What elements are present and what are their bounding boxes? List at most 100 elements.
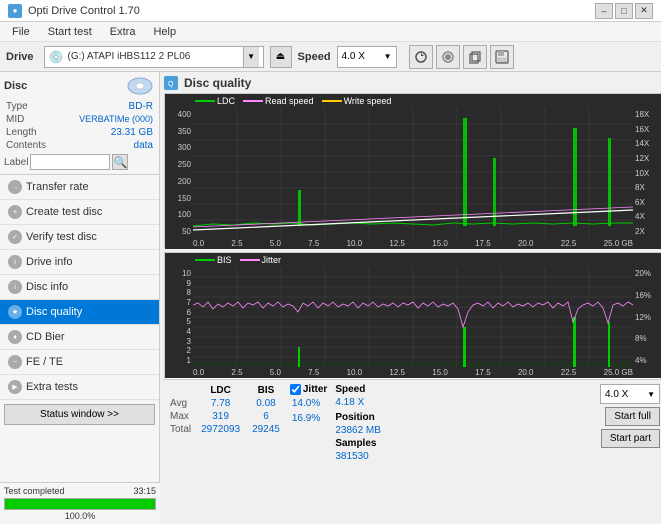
x-axis-labels-bottom: 0.02.55.07.510.012.515.017.520.022.525.0… bbox=[165, 367, 661, 378]
sidebar-item-extra-tests[interactable]: ▶ Extra tests bbox=[0, 375, 159, 400]
x-axis-labels: 0.02.55.07.510.012.515.017.520.022.525.0… bbox=[165, 238, 661, 249]
sidebar-item-transfer-rate[interactable]: → Transfer rate bbox=[0, 175, 159, 200]
speed-select-right[interactable]: 4.0 X ▼ bbox=[600, 384, 660, 404]
extra-tests-icon: ▶ bbox=[8, 380, 22, 394]
speed-value: 4.0 X bbox=[342, 51, 382, 62]
sidebar-item-create-test-disc[interactable]: + Create test disc bbox=[0, 200, 159, 225]
settings-button[interactable] bbox=[436, 45, 460, 69]
total-bis: 29245 bbox=[246, 423, 286, 436]
speed-selector[interactable]: 4.0 X ▼ bbox=[337, 46, 397, 68]
fe-te-icon: ~ bbox=[8, 355, 22, 369]
minimize-button[interactable]: – bbox=[595, 3, 613, 19]
samples-label: Samples bbox=[335, 438, 381, 449]
progress-area: Test completed 33:15 100.0% bbox=[0, 482, 160, 524]
sidebar-item-fe-te[interactable]: ~ FE / TE bbox=[0, 350, 159, 375]
status-window-button[interactable]: Status window >> bbox=[4, 404, 155, 425]
maximize-button[interactable]: □ bbox=[615, 3, 633, 19]
disc-quality-title: Disc quality bbox=[184, 76, 251, 90]
y-axis-right-bottom: 20% 16% 12% 8% 4% bbox=[633, 267, 661, 367]
bottom-chart: BIS Jitter 10 9 8 7 6 5 4 3 bbox=[164, 252, 661, 380]
disc-quality-header-icon: Q bbox=[164, 76, 178, 90]
legend-bis: BIS bbox=[195, 255, 232, 265]
drivebar: Drive 💿 (G:) ATAPI iHBS112 2 PL06 ▼ ⏏ Sp… bbox=[0, 42, 661, 72]
disc-label-input[interactable] bbox=[30, 154, 110, 170]
right-panel: Q Disc quality LDC Read speed Write spee… bbox=[160, 72, 661, 524]
drive-cd-icon: 💿 bbox=[49, 50, 64, 64]
disc-info-icon: i bbox=[8, 280, 22, 294]
drive-eject-button[interactable]: ⏏ bbox=[270, 46, 292, 68]
refresh-button[interactable] bbox=[409, 45, 433, 69]
max-label: Max bbox=[166, 410, 195, 423]
speed-select-value: 4.0 X bbox=[605, 389, 647, 400]
menu-file[interactable]: File bbox=[4, 24, 38, 40]
drive-info-icon: i bbox=[8, 255, 22, 269]
create-test-disc-icon: + bbox=[8, 205, 22, 219]
max-bis: 6 bbox=[246, 410, 286, 423]
svg-text:Q: Q bbox=[168, 81, 174, 88]
transfer-rate-icon: → bbox=[8, 180, 22, 194]
disc-section-label: Disc bbox=[4, 80, 27, 92]
disc-label-icon-button[interactable]: 🔍 bbox=[112, 154, 128, 170]
y-axis-left-bottom: 10 9 8 7 6 5 4 3 2 1 bbox=[165, 267, 193, 367]
max-jitter: 16.9% bbox=[290, 412, 327, 425]
jitter-section: Jitter 14.0% 16.9% bbox=[290, 384, 327, 425]
total-ldc: 2972093 bbox=[195, 423, 246, 436]
drive-selector[interactable]: 💿 (G:) ATAPI iHBS112 2 PL06 ▼ bbox=[44, 46, 264, 68]
disc-mid-row: MID VERBATIMe (000) bbox=[4, 113, 155, 126]
status-text: Test completed bbox=[4, 486, 65, 496]
position-val: 23862 MB bbox=[335, 425, 381, 436]
speed-label: Speed bbox=[298, 51, 331, 63]
total-label: Total bbox=[166, 423, 195, 436]
progress-percent: 100.0% bbox=[4, 511, 156, 521]
verify-test-disc-icon: ✓ bbox=[8, 230, 22, 244]
titlebar: ● Opti Drive Control 1.70 – □ ✕ bbox=[0, 0, 661, 22]
stats-area: LDC BIS Avg 7.78 0.08 Max 319 6 Total 29… bbox=[164, 382, 661, 464]
menu-extra[interactable]: Extra bbox=[102, 24, 144, 40]
legend-read-speed: Read speed bbox=[243, 96, 314, 106]
jitter-checkbox[interactable] bbox=[290, 384, 301, 395]
menubar: File Start test Extra Help bbox=[0, 22, 661, 42]
disc-image-icon bbox=[125, 76, 155, 96]
sidebar-item-disc-info[interactable]: i Disc info bbox=[0, 275, 159, 300]
disc-length-row: Length 23.31 GB bbox=[4, 126, 155, 139]
close-button[interactable]: ✕ bbox=[635, 3, 653, 19]
max-ldc: 319 bbox=[195, 410, 246, 423]
speed-dropdown-arrow: ▼ bbox=[384, 52, 392, 61]
menu-start-test[interactable]: Start test bbox=[40, 24, 100, 40]
menu-help[interactable]: Help bbox=[145, 24, 184, 40]
drive-dropdown-arrow[interactable]: ▼ bbox=[243, 47, 259, 67]
bis-header: BIS bbox=[246, 384, 286, 397]
disc-quality-icon: ★ bbox=[8, 305, 22, 319]
ldc-header: LDC bbox=[195, 384, 246, 397]
progress-bar-fill bbox=[5, 499, 155, 509]
disc-quality-header: Q Disc quality bbox=[164, 76, 661, 90]
speed-column-header: Speed bbox=[335, 384, 381, 395]
y-axis-right-top: 18X 16X 14X 12X 10X 8X 6X 4X 2X bbox=[633, 108, 661, 238]
stats-table: LDC BIS Avg 7.78 0.08 Max 319 6 Total 29… bbox=[166, 384, 286, 436]
disc-type-row: Type BD-R bbox=[4, 100, 155, 113]
avg-jitter: 14.0% bbox=[290, 397, 327, 410]
avg-ldc: 7.78 bbox=[195, 397, 246, 410]
disc-section: Disc Type BD-R MID VERBATIMe (000) Lengt… bbox=[0, 72, 159, 175]
main-area: Disc Type BD-R MID VERBATIMe (000) Lengt… bbox=[0, 72, 661, 524]
cd-bier-icon: ♦ bbox=[8, 330, 22, 344]
copy-button[interactable] bbox=[463, 45, 487, 69]
disc-contents-row: Contents data bbox=[4, 139, 155, 152]
titlebar-title: Opti Drive Control 1.70 bbox=[28, 5, 140, 17]
speed-section: Speed 4.18 X Position 23862 MB Samples 3… bbox=[335, 384, 381, 462]
drive-label: Drive bbox=[6, 51, 34, 63]
progress-bar bbox=[4, 498, 156, 510]
save-button[interactable] bbox=[490, 45, 514, 69]
y-axis-left: 400 350 300 250 200 150 100 50 bbox=[165, 108, 193, 238]
avg-label: Avg bbox=[166, 397, 195, 410]
sidebar-item-disc-quality[interactable]: ★ Disc quality bbox=[0, 300, 159, 325]
top-chart: LDC Read speed Write speed 400 350 30 bbox=[164, 93, 661, 248]
app-icon: ● bbox=[8, 4, 22, 18]
legend-ldc: LDC bbox=[195, 96, 235, 106]
start-part-button[interactable]: Start part bbox=[601, 429, 660, 448]
sidebar-item-cd-bier[interactable]: ♦ CD Bier bbox=[0, 325, 159, 350]
sidebar-item-drive-info[interactable]: i Drive info bbox=[0, 250, 159, 275]
sidebar-item-verify-test-disc[interactable]: ✓ Verify test disc bbox=[0, 225, 159, 250]
start-full-button[interactable]: Start full bbox=[605, 407, 660, 426]
jitter-checkbox-row[interactable]: Jitter bbox=[290, 384, 327, 395]
